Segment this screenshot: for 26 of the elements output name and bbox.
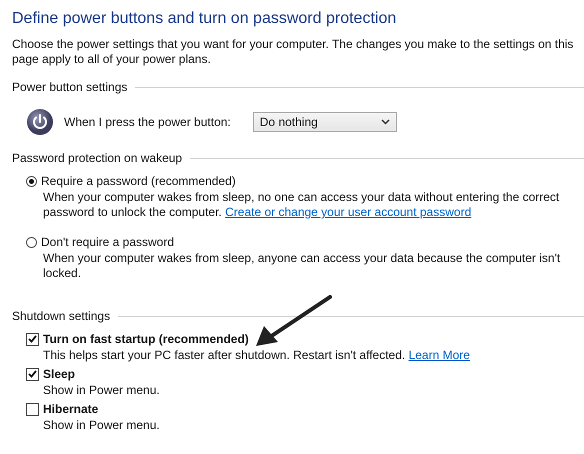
power-button-label: When I press the power button: [64,115,231,129]
option-label: Hibernate [43,401,98,417]
checkbox[interactable] [26,368,39,380]
option-description: This helps start your PC faster after shutdown. Restart isn't affected. Learn More [43,348,471,363]
option-label: Don't require a password [41,234,174,250]
power-icon [26,108,54,136]
option-label: Sleep [43,366,76,382]
intro-text: Choose the power settings that you want for your computer. The changes you make to the settings on this page apply to all of your power plans. [12,37,574,67]
caret-icon [380,119,390,125]
power-action-dropdown[interactable]: Do nothing [252,112,397,132]
option-description: When your computer wakes from sleep, no one can access your data without entering the correct password to unlock the computer. Create or change your user account password [43,190,560,220]
section-heading: Password protection on wakeup [12,151,182,165]
section-heading: Shutdown settings [12,309,110,323]
option-label: Require a password (recommended) [41,173,236,189]
section-heading: Power button settings [12,80,128,94]
option-description: Show in Power menu. [43,383,161,398]
option-label: Turn on fast startup (recommended) [43,331,249,347]
checkbox[interactable] [26,402,39,416]
radio-button[interactable] [26,236,37,248]
checkbox[interactable] [26,332,39,346]
page-title: Define power buttons and turn on password protection [12,9,398,29]
radio-button[interactable] [26,176,37,186]
option-description: When your computer wakes from sleep, anyone can access your data because the computer isn't locked. [43,251,562,281]
option-description: Show in Power menu. [43,418,161,433]
learn-more-link[interactable]: Learn More [408,348,470,362]
password-link[interactable]: Create or change your user account password [225,205,472,219]
